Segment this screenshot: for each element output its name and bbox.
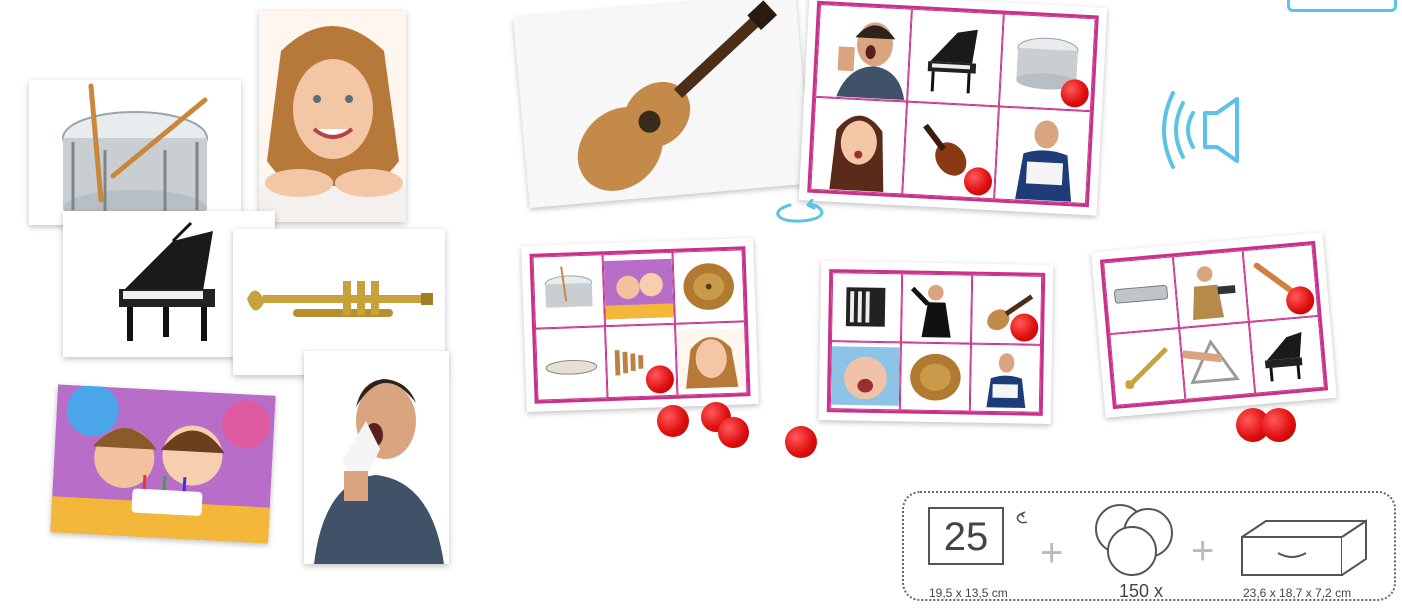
- plus-sign-2: +: [1191, 529, 1215, 573]
- board3-cell-cymbal: [899, 341, 971, 412]
- board2-cell-drum: [532, 254, 606, 329]
- girl-portrait-image: [259, 11, 406, 222]
- board2-cell-birthday: [602, 251, 675, 327]
- birthday-kids-image: [50, 384, 276, 544]
- loose-token-4[interactable]: [785, 426, 817, 458]
- board2-cell-xylophone: [605, 323, 678, 399]
- board3-cell-dancer: [901, 273, 973, 344]
- sneezing-man-image: [304, 351, 449, 564]
- card-icon: 25: [928, 507, 1004, 565]
- board4-cell-triangle: [1179, 321, 1256, 400]
- board3-cell-paper-man: [969, 343, 1041, 413]
- board2-cell-girl: [674, 321, 748, 396]
- contents-specs-box: 25 19,5 x 13,5 cm + 150 x + 23,6 x 18,7 …: [902, 491, 1396, 601]
- plus-sign-1: +: [1040, 531, 1064, 575]
- lotto-board-1: [798, 0, 1108, 216]
- board4-cell-drill-man: [1172, 250, 1249, 329]
- board1-cell-yawning-man: [815, 3, 912, 102]
- loose-token-3[interactable]: [718, 417, 749, 448]
- box-size-label: 23,6 x 18,7 x 7,2 cm: [1243, 586, 1352, 600]
- token-count-label: 150 x: [1119, 581, 1164, 601]
- guitar-card: [513, 0, 812, 208]
- girl-portrait-card: [259, 11, 406, 222]
- lotto-board-3: [818, 260, 1054, 425]
- board4-cell-flute: [1242, 244, 1319, 322]
- board3-cell-accordion: [831, 272, 903, 342]
- board3-token-1[interactable]: [1010, 312, 1039, 342]
- board2-cell-tambourine: [535, 326, 608, 401]
- board3-cell-crying-baby: [829, 340, 902, 411]
- lotto-board-4: [1091, 232, 1337, 418]
- speaker-icon[interactable]: [1151, 83, 1253, 177]
- flip-icon: [1016, 511, 1028, 524]
- board2-cell-cymbal: [672, 249, 745, 324]
- board1-cell-singing-girl: [810, 96, 908, 195]
- board4-cell-trumpet: [1109, 328, 1186, 406]
- board1-cell-piano: [907, 8, 1004, 107]
- guitar-image: [513, 0, 812, 208]
- board1-cell-paper-man: [994, 106, 1091, 205]
- board1-cell-violin: [902, 101, 999, 200]
- loose-token-6[interactable]: [1262, 408, 1296, 442]
- corner-button[interactable]: [1287, 0, 1397, 12]
- drum-image: [29, 80, 241, 225]
- board4-cell-piano: [1248, 315, 1325, 394]
- card-size-label: 19,5 x 13,5 cm: [929, 586, 1008, 600]
- sneezing-man-card: [304, 351, 449, 564]
- box-icon: [1241, 519, 1367, 576]
- rotate-icon[interactable]: [772, 199, 828, 225]
- birthday-kids-card: [50, 384, 276, 544]
- card-count: 25: [943, 515, 989, 559]
- lotto-board-2: [521, 238, 759, 412]
- board4-cell-harmonica: [1103, 256, 1180, 335]
- tokens-icon: [1095, 504, 1173, 576]
- board1-cell-drum: [998, 13, 1096, 112]
- board3-cell-guitar: [970, 274, 1043, 345]
- drum-card: [29, 80, 241, 225]
- loose-token-1[interactable]: [657, 405, 689, 437]
